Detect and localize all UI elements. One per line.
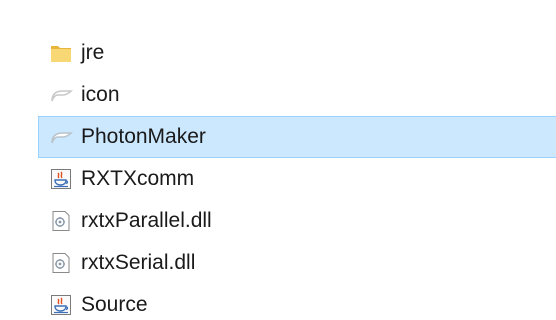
java-jar-icon [49,293,73,317]
file-row-rxtxcomm[interactable]: RXTXcomm [38,158,556,200]
folder-icon [49,41,73,65]
file-name: Source [81,293,148,316]
file-name: icon [81,83,120,106]
dll-file-icon [49,209,73,233]
java-jar-icon [49,167,73,191]
dll-file-icon [49,251,73,275]
shortcut-icon [49,83,73,107]
file-name: rxtxParallel.dll [81,209,212,232]
file-row-jre[interactable]: jre [38,32,556,74]
file-name: rxtxSerial.dll [81,251,196,274]
file-row-icon[interactable]: icon [38,74,556,116]
file-row-rxtxparallel-dll[interactable]: rxtxParallel.dll [38,200,556,242]
file-row-source[interactable]: Source [38,284,556,320]
file-name: jre [81,41,105,64]
file-list: jre icon PhotonMaker RXTXcomm rxtxParall… [38,32,556,320]
shortcut-icon [49,125,73,149]
file-explorer-pane: jre icon PhotonMaker RXTXcomm rxtxParall… [0,0,556,320]
file-row-photonmaker[interactable]: PhotonMaker [38,116,556,158]
file-name: PhotonMaker [81,125,206,148]
file-row-rxtxserial-dll[interactable]: rxtxSerial.dll [38,242,556,284]
file-name: RXTXcomm [81,167,195,190]
